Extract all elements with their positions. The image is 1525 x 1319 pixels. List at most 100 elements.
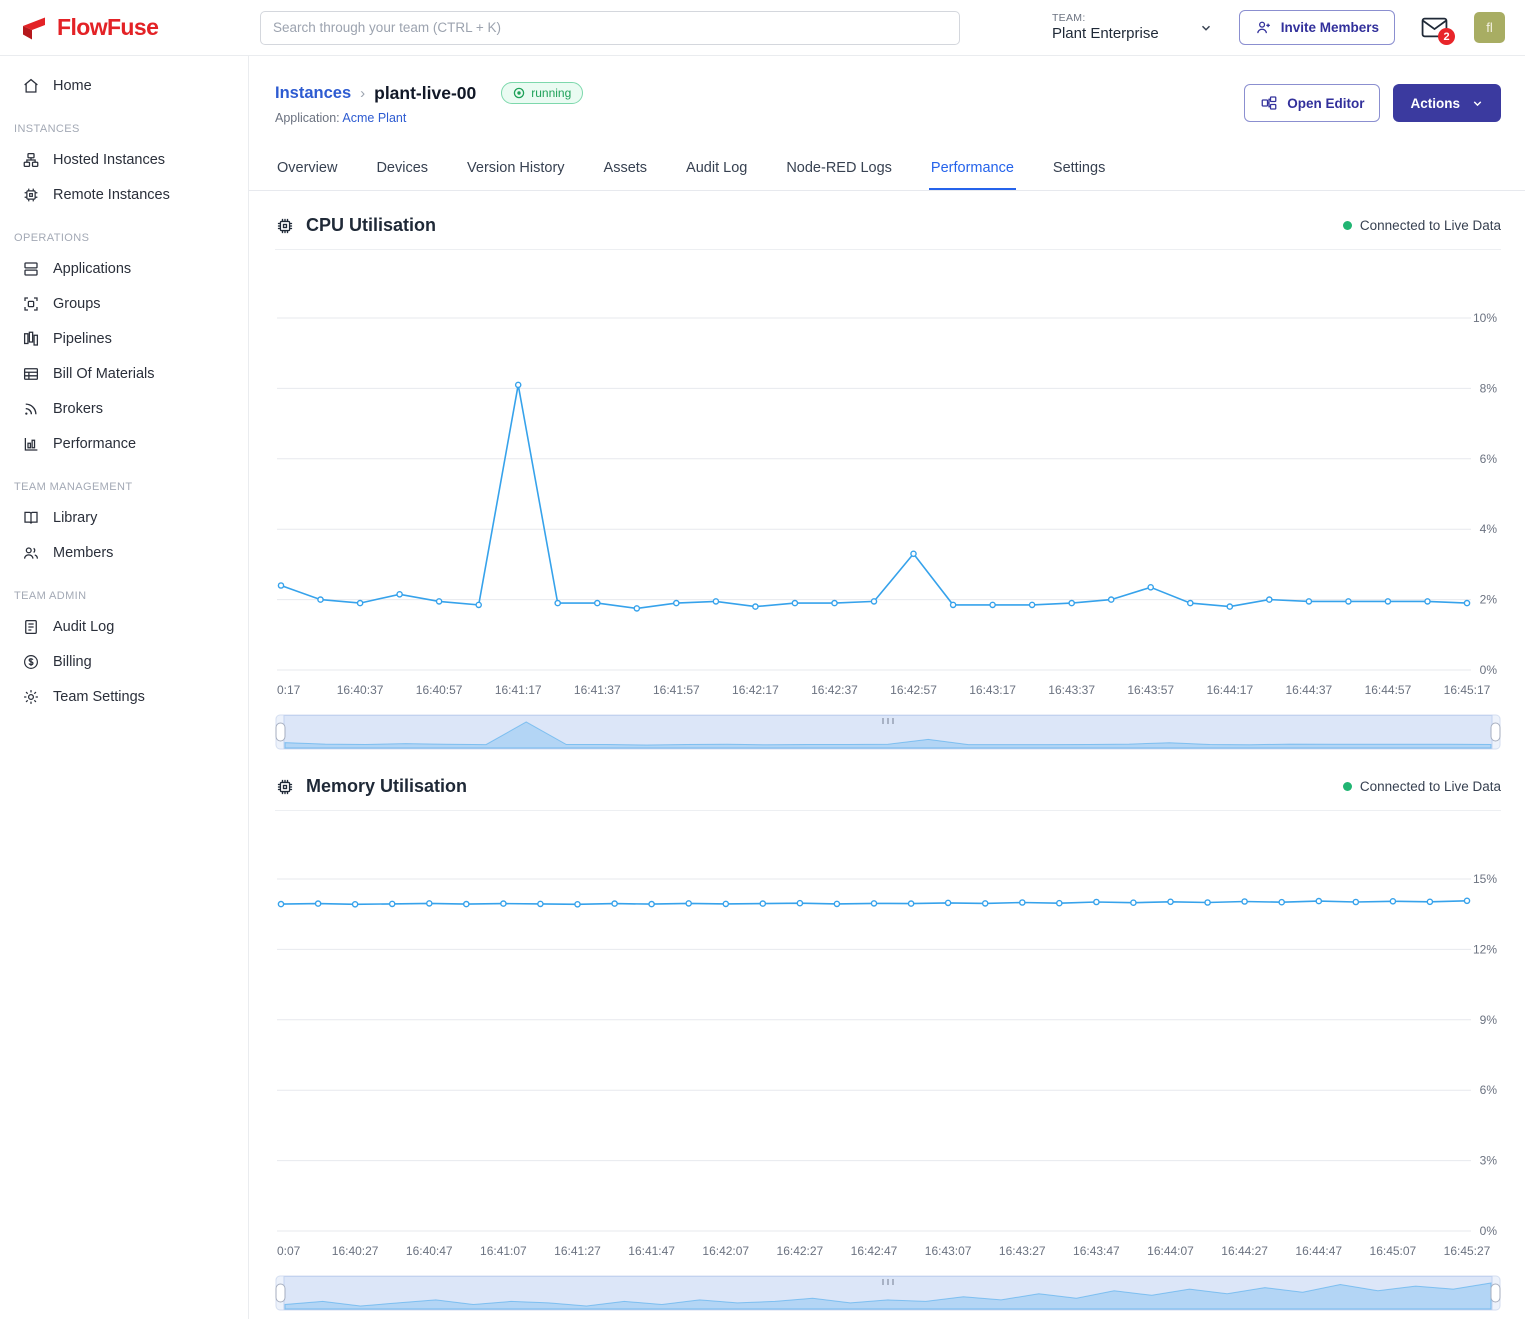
svg-text:10%: 10%: [1473, 311, 1497, 325]
tab-version-history[interactable]: Version History: [465, 149, 567, 190]
sidebar-item-label: Library: [53, 510, 97, 526]
cpu-utilisation-chart: 0%2%4%6%8%10%0:1716:40:3716:40:5716:41:1…: [275, 252, 1501, 704]
svg-text:16:44:47: 16:44:47: [1295, 1244, 1342, 1258]
brokers-icon: [22, 400, 40, 418]
memory-chart-range-slider[interactable]: [275, 1275, 1501, 1311]
tab-performance[interactable]: Performance: [929, 149, 1016, 190]
svg-text:16:44:37: 16:44:37: [1286, 683, 1333, 697]
flowfuse-logo[interactable]: FlowFuse: [20, 14, 260, 41]
tab-devices[interactable]: Devices: [374, 149, 430, 190]
svg-text:16:43:17: 16:43:17: [969, 683, 1016, 697]
svg-text:16:41:47: 16:41:47: [628, 1244, 675, 1258]
svg-text:3%: 3%: [1480, 1154, 1498, 1168]
sidebar-section-instances: INSTANCES: [0, 103, 248, 142]
nav-right-handle[interactable]: [1491, 723, 1500, 741]
sidebar-item-members[interactable]: Members: [0, 535, 248, 570]
sidebar-item-library[interactable]: Library: [0, 500, 248, 535]
svg-text:16:42:27: 16:42:27: [777, 1244, 824, 1258]
svg-text:16:40:27: 16:40:27: [332, 1244, 379, 1258]
notifications-button[interactable]: 2: [1421, 17, 1448, 38]
hosted-instances-icon: [22, 151, 40, 169]
chevron-down-icon: [1471, 97, 1484, 110]
search-input[interactable]: [260, 11, 960, 45]
status-badge-label: running: [531, 86, 571, 100]
sidebar-section-operations: OPERATIONS: [0, 212, 248, 251]
svg-text:16:43:07: 16:43:07: [925, 1244, 972, 1258]
svg-text:2%: 2%: [1480, 593, 1498, 607]
svg-text:6%: 6%: [1480, 452, 1498, 466]
svg-text:16:41:37: 16:41:37: [574, 683, 621, 697]
header-actions: Open Editor Actions: [1244, 84, 1501, 122]
live-status-label: Connected to Live Data: [1360, 779, 1501, 794]
sidebar-item-remote-instances[interactable]: Remote Instances: [0, 177, 248, 212]
svg-text:16:40:47: 16:40:47: [406, 1244, 453, 1258]
sidebar-item-pipelines[interactable]: Pipelines: [0, 321, 248, 356]
sidebar-item-label: Hosted Instances: [53, 152, 165, 168]
sidebar-item-label: Pipelines: [53, 331, 112, 347]
sidebar-item-label: Remote Instances: [53, 187, 170, 203]
sidebar-item-label: Audit Log: [53, 619, 114, 635]
svg-text:16:41:17: 16:41:17: [495, 683, 542, 697]
memory-utilisation-section: Memory Utilisation Connected to Live Dat…: [249, 776, 1525, 1313]
library-icon: [22, 509, 40, 527]
nav-right-handle[interactable]: [1491, 1284, 1500, 1302]
svg-text:16:41:57: 16:41:57: [653, 683, 700, 697]
tab-settings[interactable]: Settings: [1051, 149, 1107, 190]
sidebar-item-bill-of-materials[interactable]: Bill Of Materials: [0, 356, 248, 391]
application-label: Application:: [275, 111, 340, 125]
svg-text:0%: 0%: [1480, 663, 1498, 677]
cpu-chip-icon: [275, 216, 295, 236]
svg-text:16:43:27: 16:43:27: [999, 1244, 1046, 1258]
breadcrumb-instances-link[interactable]: Instances: [275, 84, 351, 103]
nav-left-handle[interactable]: [276, 723, 285, 741]
team-name: Plant Enterprise: [1052, 25, 1159, 44]
sidebar-item-performance[interactable]: Performance: [0, 426, 248, 461]
applications-icon: [22, 260, 40, 278]
sidebar-item-label: Applications: [53, 261, 131, 277]
sidebar-item-applications[interactable]: Applications: [0, 251, 248, 286]
actions-button[interactable]: Actions: [1393, 84, 1501, 122]
svg-text:16:42:07: 16:42:07: [702, 1244, 749, 1258]
groups-icon: [22, 295, 40, 313]
tab-audit-log[interactable]: Audit Log: [684, 149, 749, 190]
sidebar-item-team-settings[interactable]: Team Settings: [0, 679, 248, 714]
open-editor-button[interactable]: Open Editor: [1244, 84, 1380, 122]
svg-text:16:42:17: 16:42:17: [732, 683, 779, 697]
nav-left-handle[interactable]: [276, 1284, 285, 1302]
svg-text:16:44:27: 16:44:27: [1221, 1244, 1268, 1258]
team-selector[interactable]: TEAM: Plant Enterprise: [1052, 12, 1213, 44]
live-status-dot: [1343, 782, 1352, 791]
invite-members-button[interactable]: Invite Members: [1239, 10, 1395, 45]
sidebar-item-label: Members: [53, 545, 113, 561]
live-status-label: Connected to Live Data: [1360, 218, 1501, 233]
cpu-utilisation-section: CPU Utilisation Connected to Live Data 0…: [249, 215, 1525, 752]
sidebar-item-brokers[interactable]: Brokers: [0, 391, 248, 426]
svg-text:16:40:57: 16:40:57: [416, 683, 463, 697]
logo-text: FlowFuse: [57, 14, 158, 41]
tab-node-red-logs[interactable]: Node-RED Logs: [784, 149, 894, 190]
invite-members-label: Invite Members: [1281, 20, 1379, 35]
sidebar-item-home[interactable]: Home: [0, 68, 248, 103]
sidebar-item-hosted-instances[interactable]: Hosted Instances: [0, 142, 248, 177]
sidebar-item-audit-log[interactable]: Audit Log: [0, 609, 248, 644]
memory-chip-icon: [275, 777, 295, 797]
sidebar: Home INSTANCES Hosted Instances Remote I…: [0, 56, 249, 1319]
tab-assets[interactable]: Assets: [602, 149, 650, 190]
avatar[interactable]: fl: [1474, 12, 1505, 43]
gear-icon: [22, 688, 40, 706]
members-icon: [22, 544, 40, 562]
sidebar-item-billing[interactable]: Billing: [0, 644, 248, 679]
application-link[interactable]: Acme Plant: [342, 111, 406, 125]
tab-overview[interactable]: Overview: [275, 149, 339, 190]
cpu-chart-range-slider[interactable]: [275, 714, 1501, 750]
svg-text:12%: 12%: [1473, 942, 1497, 956]
svg-text:8%: 8%: [1480, 381, 1498, 395]
svg-text:16:41:27: 16:41:27: [554, 1244, 601, 1258]
instance-header: Instances › plant-live-00 running Applic…: [249, 56, 1525, 125]
sidebar-item-groups[interactable]: Groups: [0, 286, 248, 321]
svg-text:4%: 4%: [1480, 522, 1498, 536]
topbar: FlowFuse TEAM: Plant Enterprise Invite M…: [0, 0, 1525, 56]
svg-text:16:43:57: 16:43:57: [1127, 683, 1174, 697]
memory-utilisation-chart: 0%3%6%9%12%15%0:0716:40:2716:40:4716:41:…: [275, 813, 1501, 1265]
instance-tabs: Overview Devices Version History Assets …: [249, 149, 1525, 191]
